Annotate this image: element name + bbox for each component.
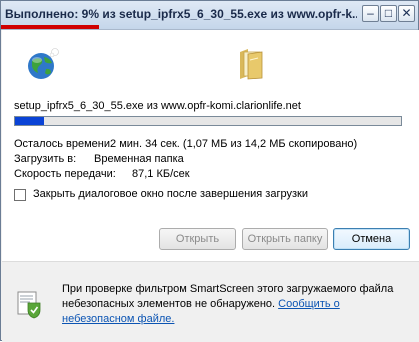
close-on-complete-label[interactable]: Закрыть диалоговое окно после завершения…	[33, 188, 308, 200]
smartscreen-shield-icon	[17, 291, 41, 319]
download-to-row: Загрузить в: Временная папка	[14, 153, 184, 165]
transfer-speed-label: Скорость передачи:	[14, 168, 116, 180]
open-folder-button[interactable]: Открыть папку	[242, 228, 328, 250]
download-to-label: Загрузить в:	[14, 153, 77, 165]
transfer-speed-row: Скорость передачи: 87,1 КБ/сек	[14, 168, 190, 180]
title-percent: Выполнено: 9%	[5, 7, 99, 21]
internet-globe-icon	[28, 48, 59, 79]
open-folder-button-label: Открыть папку	[247, 233, 323, 245]
open-button[interactable]: Открыть	[159, 228, 236, 250]
download-source: setup_ipfrx5_6_30_55.exe из www.opfr-kom…	[14, 100, 301, 112]
smartscreen-text: При проверке фильтром SmartScreen этого …	[62, 283, 394, 310]
download-progress-bar	[14, 116, 402, 126]
download-progress-fill	[15, 117, 45, 125]
close-icon: ✕	[401, 6, 412, 20]
maximize-button[interactable]: □	[380, 5, 397, 22]
cancel-button[interactable]: Отмена	[333, 228, 410, 250]
transfer-speed-value: 87,1 КБ/сек	[132, 168, 190, 180]
folder-icon	[240, 49, 263, 80]
download-dialog: Выполнено: 9% из setup_ipfrx5_6_30_55.ex…	[0, 0, 419, 342]
download-to-value: Временная папка	[94, 153, 184, 165]
close-button[interactable]: ✕	[398, 5, 415, 22]
cancel-button-label: Отмена	[351, 233, 392, 245]
minimize-icon: –	[367, 6, 374, 20]
dialog-content: setup_ipfrx5_6_30_55.exe из www.opfr-kom…	[2, 30, 419, 261]
title-highlight-mark	[1, 25, 99, 29]
maximize-icon: □	[384, 6, 393, 20]
smartscreen-message: При проверке фильтром SmartScreen этого …	[62, 282, 402, 327]
title-filename: из setup_ipfrx5_6_30_55.exe из www.opfr-…	[102, 7, 357, 21]
close-on-complete-checkbox[interactable]	[14, 189, 26, 201]
smartscreen-panel: При проверке фильтром SmartScreen этого …	[2, 261, 419, 342]
window-title: Выполнено: 9% из setup_ipfrx5_6_30_55.ex…	[5, 7, 357, 21]
minimize-button[interactable]: –	[362, 5, 379, 22]
time-remaining: Осталось времени2 мин. 34 сек. (1,07 МБ …	[14, 138, 358, 150]
open-button-label: Открыть	[175, 233, 220, 245]
title-bar[interactable]: Выполнено: 9% из setup_ipfrx5_6_30_55.ex…	[1, 1, 418, 30]
